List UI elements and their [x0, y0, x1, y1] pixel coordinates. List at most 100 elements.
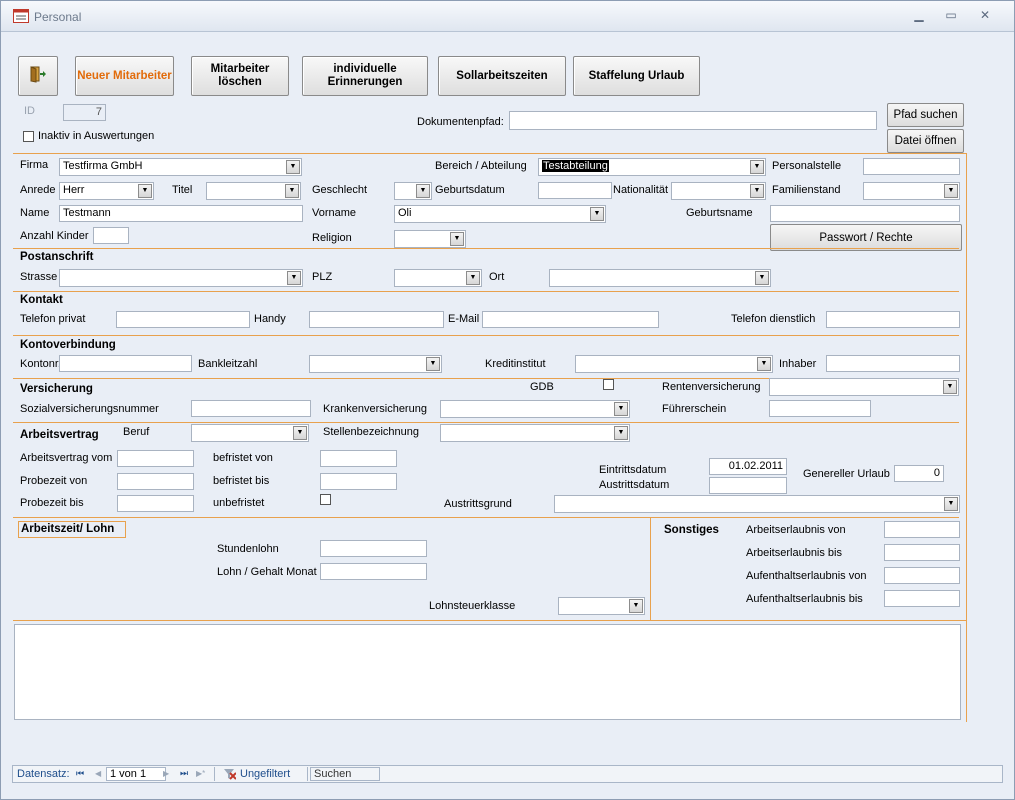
eintritt-field[interactable]: 01.02.2011 — [709, 458, 787, 475]
vertrag-vom-field[interactable] — [117, 450, 194, 467]
chevron-down-icon[interactable]: ▼ — [757, 357, 771, 371]
austrittsgrund-combo[interactable]: ▼ — [554, 495, 960, 513]
aufe-von-field[interactable] — [884, 567, 960, 584]
bereich-combo[interactable]: Testabteilung ▼ — [538, 158, 766, 176]
chevron-down-icon[interactable]: ▼ — [750, 160, 764, 174]
austritt-field[interactable] — [709, 477, 787, 494]
chevron-down-icon[interactable]: ▼ — [943, 380, 957, 394]
minimize-button[interactable]: ▁ — [909, 8, 929, 22]
next-record-icon[interactable]: ▶ — [163, 769, 169, 778]
steuerklasse-combo[interactable]: ▼ — [558, 597, 645, 615]
ort-combo[interactable]: ▼ — [549, 269, 771, 287]
renten-combo[interactable]: ▼ — [769, 378, 959, 396]
password-rights-button[interactable]: Passwort / Rechte — [770, 224, 962, 251]
inactive-checkbox[interactable] — [23, 131, 34, 142]
chevron-down-icon[interactable]: ▼ — [466, 271, 480, 285]
chevron-down-icon[interactable]: ▼ — [416, 184, 430, 198]
section-divider — [13, 291, 959, 292]
tel-dienst-field[interactable] — [826, 311, 960, 328]
handy-field[interactable] — [309, 311, 444, 328]
probezeit-von-field[interactable] — [117, 473, 194, 490]
beruf-combo[interactable]: ▼ — [191, 424, 309, 442]
search-path-button[interactable]: Pfad suchen — [887, 103, 964, 127]
fuehrerschein-field[interactable] — [769, 400, 871, 417]
new-record-icon[interactable]: ▶* — [196, 769, 205, 778]
chevron-down-icon[interactable]: ▼ — [614, 402, 628, 416]
stelle-combo[interactable]: ▼ — [440, 424, 630, 442]
kranken-combo[interactable]: ▼ — [440, 400, 630, 418]
nationalitaet-combo[interactable]: ▼ — [671, 182, 766, 200]
exit-button[interactable] — [18, 56, 58, 96]
plz-combo[interactable]: ▼ — [394, 269, 482, 287]
form-icon — [13, 9, 29, 23]
ae-bis-field[interactable] — [884, 544, 960, 561]
chevron-down-icon[interactable]: ▼ — [293, 426, 307, 440]
probezeit-bis-field[interactable] — [117, 495, 194, 512]
geburtsdatum-field[interactable] — [538, 182, 612, 199]
aufe-bis-field[interactable] — [884, 590, 960, 607]
vorname-combo[interactable]: Oli ▼ — [394, 205, 606, 223]
chevron-down-icon[interactable]: ▼ — [629, 599, 643, 613]
filter-status[interactable]: Ungefiltert — [240, 768, 290, 780]
befristet-von-field[interactable] — [320, 450, 397, 467]
restore-button[interactable]: ▭ — [941, 8, 961, 22]
kinder-field[interactable] — [93, 227, 129, 244]
anrede-combo[interactable]: Herr ▼ — [59, 182, 154, 200]
name-label: Name — [20, 207, 50, 219]
email-field[interactable] — [482, 311, 659, 328]
kontoverbindung-title: Kontoverbindung — [20, 339, 116, 351]
first-record-icon[interactable]: ⏮ — [76, 768, 84, 779]
vacation-scale-button[interactable]: Staffelung Urlaub — [573, 56, 700, 96]
tel-privat-field[interactable] — [116, 311, 250, 328]
stundenlohn-field[interactable] — [320, 540, 427, 557]
chevron-down-icon[interactable]: ▼ — [944, 497, 958, 511]
previous-record-icon[interactable]: ◀ — [95, 769, 101, 778]
geschlecht-combo[interactable]: ▼ — [394, 182, 432, 200]
ae-von-field[interactable] — [884, 521, 960, 538]
geburtsname-field[interactable] — [770, 205, 960, 222]
titel-combo[interactable]: ▼ — [206, 182, 301, 200]
gdb-checkbox[interactable] — [603, 379, 614, 390]
delete-employee-button[interactable]: Mitarbeiter löschen — [191, 56, 289, 96]
unbefristet-checkbox[interactable] — [320, 494, 331, 505]
chevron-down-icon[interactable]: ▼ — [285, 184, 299, 198]
chevron-down-icon[interactable]: ▼ — [750, 184, 764, 198]
familienstand-combo[interactable]: ▼ — [863, 182, 960, 200]
monat-field[interactable] — [320, 563, 427, 580]
firma-combo[interactable]: Testfirma GmbH ▼ — [59, 158, 302, 176]
befristet-bis-field[interactable] — [320, 473, 397, 490]
chevron-down-icon[interactable]: ▼ — [450, 232, 464, 246]
chevron-down-icon[interactable]: ▼ — [287, 271, 301, 285]
close-button[interactable]: ✕ — [975, 8, 995, 22]
chevron-down-icon[interactable]: ▼ — [138, 184, 152, 198]
renten-label: Rentenversicherung — [662, 381, 761, 393]
tel-dienst-label: Telefon dienstlich — [731, 313, 816, 325]
sozial-field[interactable] — [191, 400, 311, 417]
doc-path-field[interactable] — [509, 111, 877, 130]
reminders-button[interactable]: individuelle Erinnerungen — [302, 56, 428, 96]
open-file-button[interactable]: Datei öffnen — [887, 129, 964, 153]
kontonr-field[interactable] — [59, 355, 192, 372]
blz-combo[interactable]: ▼ — [309, 355, 442, 373]
chevron-down-icon[interactable]: ▼ — [286, 160, 300, 174]
chevron-down-icon[interactable]: ▼ — [590, 207, 604, 221]
strasse-combo[interactable]: ▼ — [59, 269, 303, 287]
chevron-down-icon[interactable]: ▼ — [755, 271, 769, 285]
personalstelle-field[interactable] — [863, 158, 960, 175]
kreditinstitut-combo[interactable]: ▼ — [575, 355, 773, 373]
target-hours-button[interactable]: Sollarbeitszeiten — [438, 56, 566, 96]
inhaber-field[interactable] — [826, 355, 960, 372]
chevron-down-icon[interactable]: ▼ — [426, 357, 440, 371]
name-field[interactable]: Testmann — [59, 205, 303, 222]
notes-textarea[interactable] — [14, 624, 961, 720]
urlaub-field[interactable]: 0 — [894, 465, 944, 482]
record-position-field[interactable]: 1 von 1 — [106, 767, 166, 781]
religion-combo[interactable]: ▼ — [394, 230, 466, 248]
search-field[interactable]: Suchen — [310, 767, 380, 781]
last-record-icon[interactable]: ⏭ — [180, 768, 188, 779]
filter-icon[interactable] — [224, 768, 237, 783]
chevron-down-icon[interactable]: ▼ — [944, 184, 958, 198]
unbefristet-label: unbefristet — [213, 497, 265, 509]
new-employee-button[interactable]: Neuer Mitarbeiter — [75, 56, 174, 96]
chevron-down-icon[interactable]: ▼ — [614, 426, 628, 440]
